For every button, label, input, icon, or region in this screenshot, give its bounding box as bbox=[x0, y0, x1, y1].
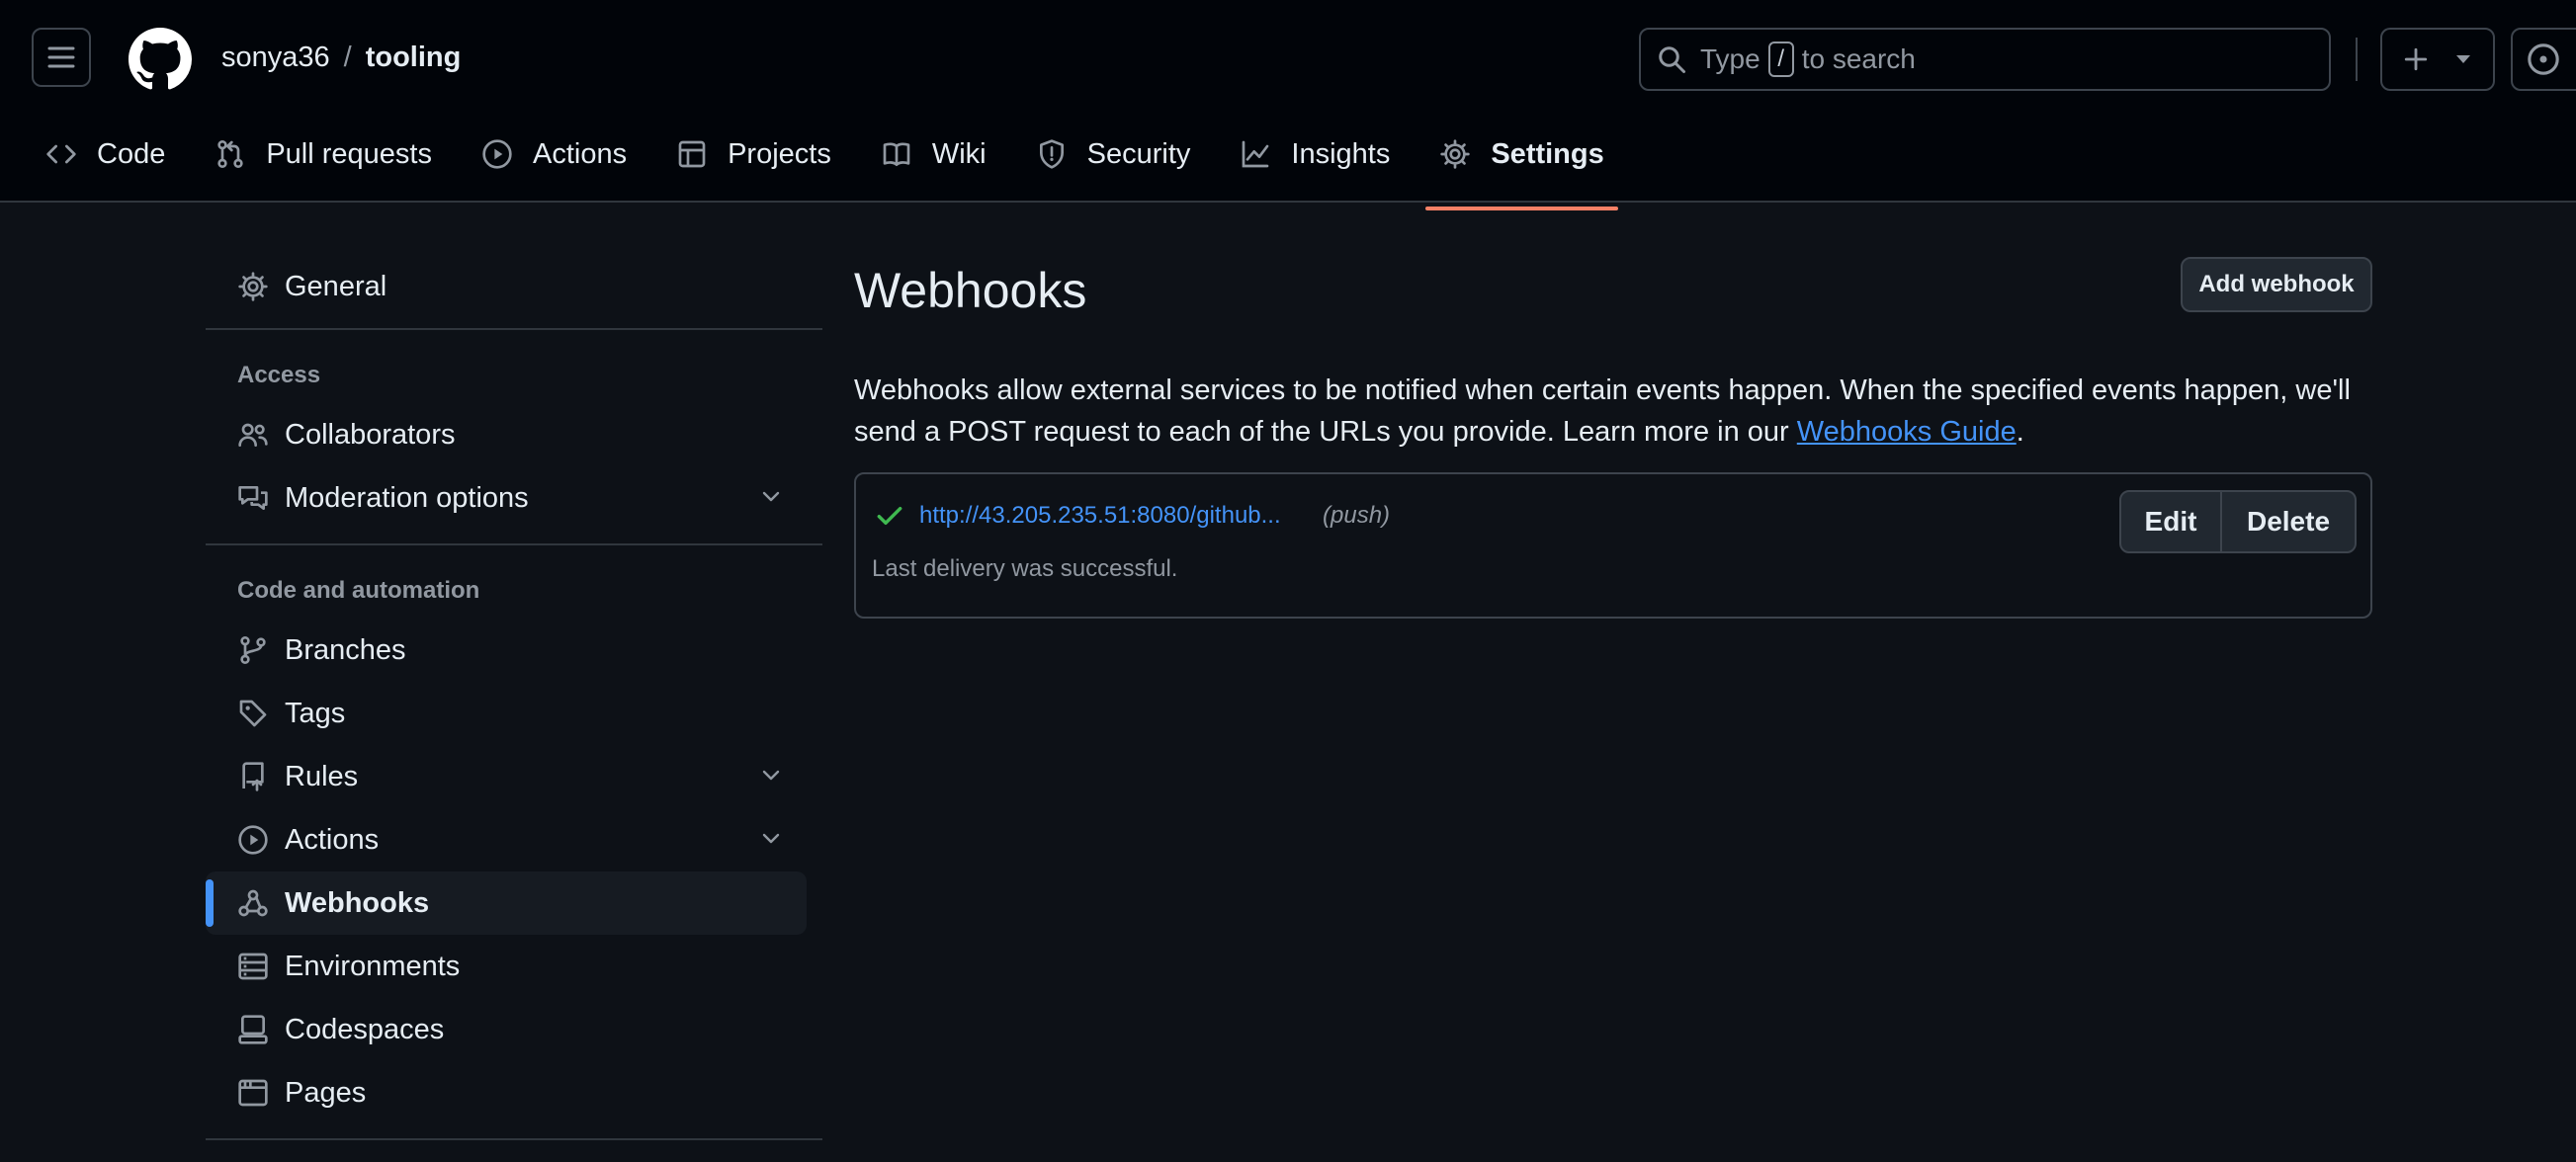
chevron-down-icon[interactable] bbox=[759, 763, 783, 787]
search-input[interactable]: Type / to search bbox=[1639, 28, 2331, 91]
webhook-icon bbox=[238, 889, 268, 917]
plus-icon bbox=[2404, 47, 2428, 71]
sidebar-heading-code-automation: Code and automation bbox=[237, 577, 480, 604]
tab-code[interactable]: Code bbox=[45, 138, 165, 171]
sidebar-item-pages[interactable]: Pages bbox=[206, 1061, 822, 1124]
sidebar-divider bbox=[206, 1138, 822, 1140]
sidebar-item-actions[interactable]: Actions bbox=[206, 808, 822, 872]
owner-link[interactable]: sonya36 bbox=[221, 42, 330, 73]
delivery-status: Last delivery was successful. bbox=[872, 555, 1178, 582]
chevron-down-icon[interactable] bbox=[759, 826, 783, 850]
create-new-button[interactable] bbox=[2380, 28, 2495, 91]
repo-nav: Code Pull requests Actions Projects Wiki… bbox=[45, 134, 1654, 210]
webhook-list-item: http://43.205.235.51:8080/github... (pus… bbox=[854, 472, 2372, 619]
people-icon bbox=[238, 423, 268, 447]
gear-icon bbox=[238, 272, 268, 301]
git-branch-icon bbox=[240, 636, 266, 664]
sidebar-item-collaborators[interactable]: Collaborators bbox=[206, 403, 822, 466]
server-icon bbox=[238, 953, 268, 980]
breadcrumb-separator: / bbox=[343, 42, 352, 73]
comment-discussion-icon bbox=[238, 486, 268, 510]
github-logo[interactable] bbox=[129, 28, 192, 91]
table-icon bbox=[678, 140, 706, 168]
add-webhook-button[interactable]: Add webhook bbox=[2181, 257, 2372, 312]
git-pull-request-icon bbox=[217, 140, 243, 168]
repo-link[interactable]: tooling bbox=[366, 42, 462, 73]
sidebar-item-codespaces[interactable]: Codespaces bbox=[206, 998, 822, 1061]
tab-insights[interactable]: Insights bbox=[1240, 138, 1390, 171]
browser-icon bbox=[238, 1079, 268, 1107]
issue-opened-icon bbox=[2528, 43, 2559, 75]
page-title: Webhooks bbox=[854, 263, 1087, 318]
sidebar-item-tags[interactable]: Tags bbox=[206, 682, 822, 745]
code-icon bbox=[46, 144, 76, 164]
search-placeholder: Type / to search bbox=[1700, 42, 1916, 77]
global-header: sonya36 / tooling Type / to search Code Pull… bbox=[0, 0, 2576, 210]
sidebar-heading-access: Access bbox=[237, 362, 321, 388]
breadcrumb: sonya36 / tooling bbox=[221, 38, 461, 77]
repo-push-icon bbox=[242, 762, 264, 791]
sidebar-item-moderation-options[interactable]: Moderation options bbox=[206, 466, 822, 530]
play-icon bbox=[238, 825, 268, 855]
shield-icon bbox=[1039, 139, 1064, 169]
sidebar-item-general[interactable]: General bbox=[206, 255, 822, 318]
header-divider bbox=[2356, 38, 2358, 81]
edit-button[interactable]: Edit bbox=[2121, 492, 2222, 551]
hamburger-icon bbox=[47, 46, 75, 68]
graph-icon bbox=[1243, 140, 1269, 168]
chevron-down-icon[interactable] bbox=[759, 484, 783, 508]
search-icon bbox=[1659, 46, 1685, 73]
webhook-actions: Edit Delete bbox=[2119, 490, 2357, 553]
tag-icon bbox=[239, 700, 267, 727]
settings-sidebar: General Access Collaborators Moderation … bbox=[206, 255, 822, 1140]
webhooks-description: Webhooks allow external services to be n… bbox=[854, 374, 2351, 448]
sidebar-item-webhooks[interactable]: Webhooks bbox=[206, 872, 807, 935]
sidebar-item-environments[interactable]: Environments bbox=[206, 935, 822, 998]
slash-key-hint: / bbox=[1767, 42, 1794, 77]
check-icon bbox=[877, 506, 902, 526]
webhook-url-link[interactable]: http://43.205.235.51:8080/github... bbox=[919, 502, 1281, 530]
menu-button[interactable] bbox=[32, 28, 91, 87]
book-icon bbox=[883, 142, 910, 166]
sidebar-item-rules[interactable]: Rules bbox=[206, 745, 822, 808]
gear-icon bbox=[1440, 139, 1471, 169]
delete-button[interactable]: Delete bbox=[2222, 492, 2355, 551]
tab-wiki[interactable]: Wiki bbox=[881, 138, 987, 171]
codespaces-icon bbox=[238, 1015, 268, 1044]
triangle-down-icon bbox=[2456, 55, 2470, 63]
tab-actions[interactable]: Actions bbox=[481, 138, 627, 171]
sidebar-item-branches[interactable]: Branches bbox=[206, 619, 822, 682]
tab-pull-requests[interactable]: Pull requests bbox=[215, 138, 432, 171]
tab-security[interactable]: Security bbox=[1036, 138, 1190, 171]
webhooks-guide-link[interactable]: Webhooks Guide bbox=[1797, 416, 2017, 448]
issues-button[interactable] bbox=[2511, 28, 2576, 91]
tab-projects[interactable]: Projects bbox=[676, 138, 831, 171]
play-icon bbox=[482, 139, 512, 169]
tab-settings[interactable]: Settings bbox=[1425, 138, 1619, 210]
webhook-events: (push) bbox=[1323, 502, 1391, 529]
